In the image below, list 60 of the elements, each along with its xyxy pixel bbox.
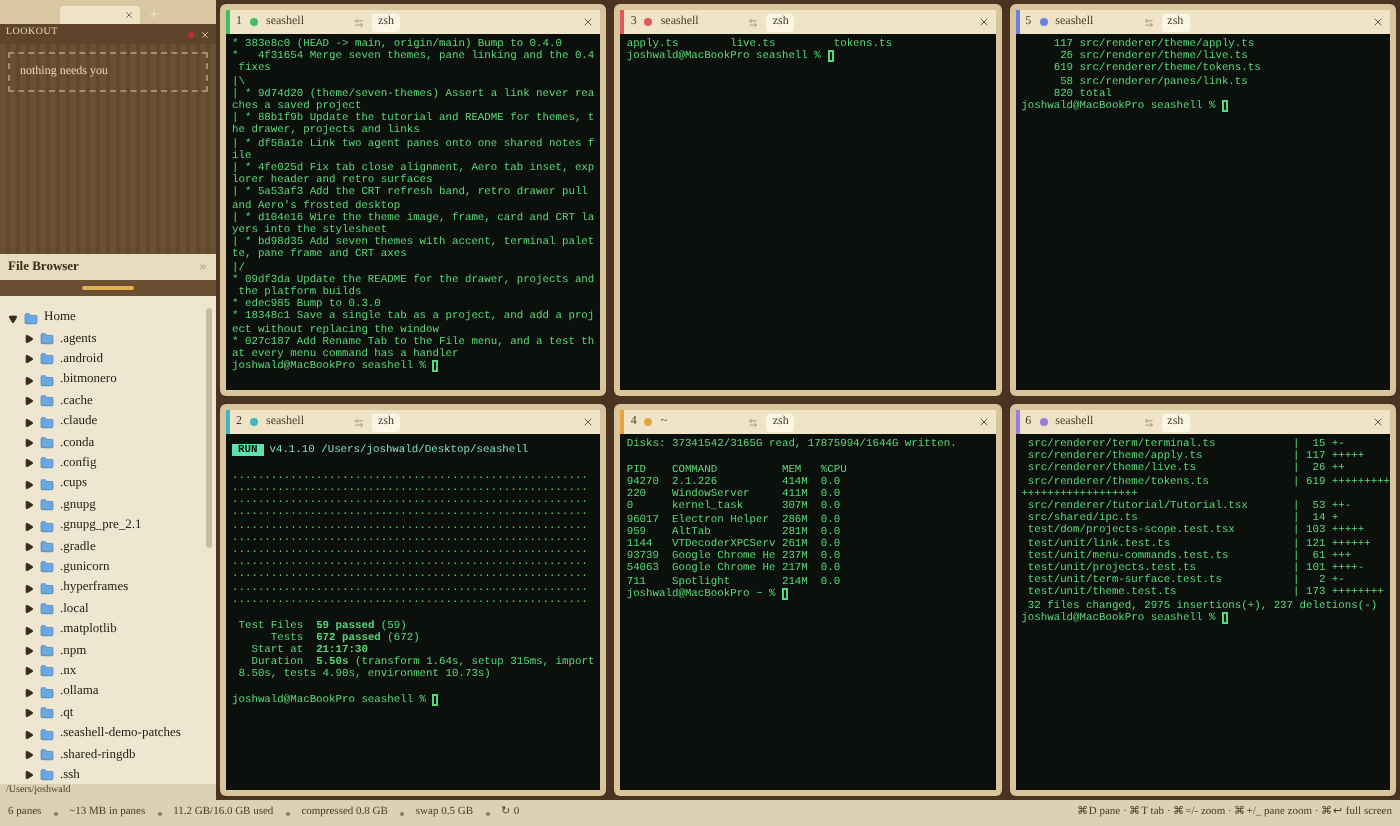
close-icon[interactable] [1371,16,1384,28]
folder-icon [40,456,54,471]
expand-triangle-icon[interactable] [24,354,34,365]
folder-icon [40,623,54,638]
folder-icon [40,768,54,783]
close-icon[interactable] [582,416,595,428]
expand-triangle-icon[interactable] [24,396,34,407]
folder-icon [40,706,54,721]
expand-triangle-icon[interactable] [24,666,34,677]
expand-triangle-icon[interactable] [8,313,18,324]
cursor [1221,100,1229,113]
expand-triangle-icon[interactable] [24,562,34,573]
expand-triangle-icon[interactable] [24,583,34,594]
folder-icon [24,311,38,326]
folder-icon [40,539,54,554]
expand-triangle-icon[interactable] [24,770,34,781]
cursor [432,694,439,707]
folder-icon [40,727,54,741]
cursor [827,50,834,63]
expand-triangle-icon[interactable] [24,500,34,511]
close-icon[interactable] [977,16,990,28]
close-icon[interactable] [582,16,595,28]
folder-icon [40,747,54,762]
cursor [781,587,789,600]
scrollbar[interactable] [206,308,212,548]
cursor [432,360,439,373]
expand-triangle-icon[interactable] [24,438,34,449]
expand-triangle-icon[interactable] [24,729,34,739]
folder-icon [40,332,54,347]
folder-icon [40,602,54,617]
folder-icon [40,498,54,513]
folder-icon [40,477,54,492]
folder-icon [40,560,54,575]
folder-icon [40,581,54,596]
folder-icon [40,685,54,700]
expand-triangle-icon[interactable] [24,604,34,615]
expand-triangle-icon[interactable] [24,541,34,552]
expand-triangle-icon[interactable] [24,749,34,760]
expand-triangle-icon[interactable] [24,334,34,345]
folder-icon [40,352,54,367]
expand-triangle-icon[interactable] [24,375,34,386]
expand-triangle-icon[interactable] [24,479,34,490]
drag-handle[interactable] [82,286,134,290]
close-icon[interactable] [1371,416,1384,428]
expand-triangle-icon[interactable] [24,645,34,656]
expand-triangle-icon[interactable] [24,458,34,469]
expand-triangle-icon[interactable] [24,417,34,428]
folder-icon [40,415,54,430]
folder-icon [40,664,54,679]
cursor [1221,611,1229,624]
folder-icon [40,436,54,451]
expand-triangle-icon[interactable] [24,521,34,532]
folder-icon [40,643,54,658]
close-icon[interactable] [977,416,990,428]
expand-triangle-icon[interactable] [24,708,34,719]
expand-triangle-icon[interactable] [24,687,34,698]
folder-icon [40,519,54,534]
folder-icon [40,373,54,388]
folder-icon [40,394,54,409]
expand-triangle-icon[interactable] [24,625,34,636]
